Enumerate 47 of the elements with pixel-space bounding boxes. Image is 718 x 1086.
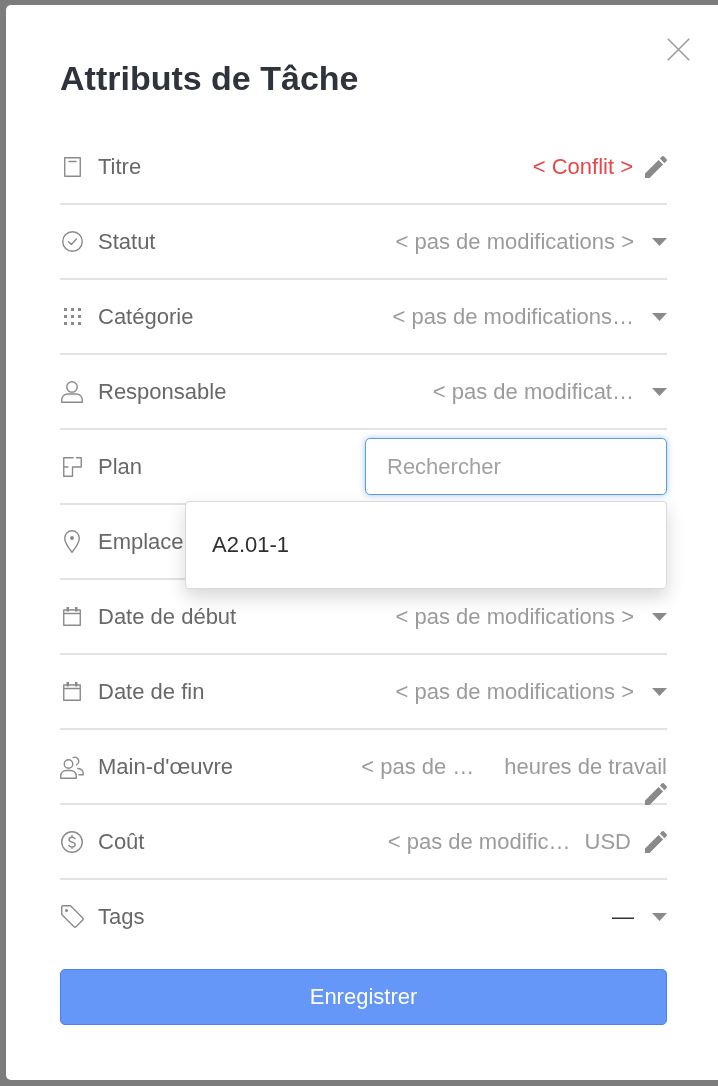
dollar-icon	[61, 830, 83, 853]
select-dropdown[interactable]: < pas de modificat…	[432, 378, 667, 405]
field-label: Plan	[98, 453, 143, 480]
field-label: Catégorie	[98, 303, 194, 330]
caret-icon	[652, 387, 667, 396]
unit-label: heures de travail	[504, 754, 667, 780]
select-dropdown[interactable]: < pas de modifications >	[395, 678, 667, 705]
field-value: < Conflit >	[532, 153, 633, 180]
suggestion-item[interactable]: A2.01-1	[186, 510, 666, 580]
dot-grid-icon	[63, 308, 81, 325]
caret-icon	[652, 612, 667, 621]
unit-label: USD	[584, 828, 631, 855]
pencil-icon[interactable]	[645, 783, 667, 805]
caret-icon	[652, 687, 667, 696]
pencil-icon[interactable]	[645, 830, 667, 853]
select-dropdown[interactable]: < pas de modifications…	[392, 303, 667, 330]
pencil-icon[interactable]	[645, 155, 667, 178]
field-label: Titre	[98, 153, 142, 180]
person-icon	[61, 380, 83, 403]
document-icon	[63, 156, 81, 177]
field-label: Statut	[98, 228, 156, 255]
tag-icon	[60, 905, 84, 928]
field-value: < pas de modific…	[387, 828, 571, 855]
caret-icon	[652, 312, 667, 321]
caret-icon	[652, 237, 667, 246]
save-button[interactable]: Enregistrer	[60, 969, 667, 1025]
field-label: Main-d'œuvre	[98, 753, 233, 780]
field-label: Emplace	[98, 528, 184, 555]
field-value: < pas de …	[361, 754, 475, 780]
people-icon	[60, 754, 84, 779]
field-label: Date de fin	[98, 678, 205, 705]
select-dropdown[interactable]: < pas de modifications >	[395, 228, 667, 255]
field-label: Responsable	[98, 378, 227, 405]
field-label: Date de début	[98, 603, 237, 630]
select-dropdown[interactable]: < pas de modifications >	[395, 603, 667, 630]
caret-icon	[652, 912, 667, 921]
map-pin-icon	[64, 530, 80, 553]
field-label: Tags	[98, 903, 145, 930]
field-label: Coût	[98, 828, 145, 855]
calendar-icon	[63, 682, 81, 701]
close-icon[interactable]	[667, 38, 690, 61]
check-circle-icon	[61, 231, 83, 252]
calendar-icon	[63, 607, 81, 626]
floor-plan-icon	[62, 456, 82, 477]
search-field[interactable]: Rechercher	[365, 438, 667, 495]
tags-dropdown[interactable]: —	[612, 903, 667, 930]
dialog-title: Attributs de Tâche	[60, 58, 360, 98]
